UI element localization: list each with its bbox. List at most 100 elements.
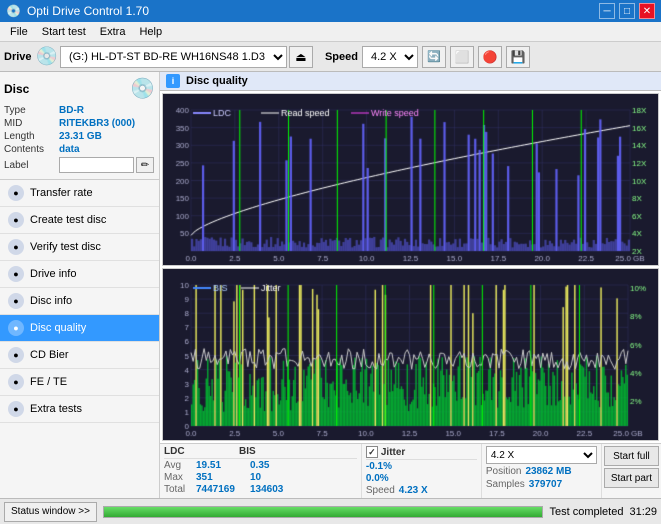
nav-label-verify-test-disc: Verify test disc xyxy=(30,241,101,253)
nav-label-extra-tests: Extra tests xyxy=(30,403,82,415)
disc-quality-header: i Disc quality xyxy=(160,72,661,91)
sidebar-item-cd-bier[interactable]: ● CD Bier xyxy=(0,342,159,369)
nav-icon-create-test-disc: ● xyxy=(8,212,24,228)
app-title: Opti Drive Control 1.70 xyxy=(27,4,149,18)
titlebar: 💿 Opti Drive Control 1.70 ─ □ ✕ xyxy=(0,0,661,22)
disc-label-label: Label xyxy=(4,160,59,171)
content-area: i Disc quality LDC BIS Avg xyxy=(160,72,661,498)
speed-stat-label: Speed xyxy=(366,485,395,496)
lower-chart xyxy=(162,268,659,441)
statusbar: Status window >> Test completed 31:29 xyxy=(0,498,661,524)
disc-quality-title: Disc quality xyxy=(186,75,248,87)
total-label: Total xyxy=(164,484,192,495)
nav-label-cd-bier: CD Bier xyxy=(30,349,69,361)
menu-file[interactable]: File xyxy=(4,25,34,39)
drive-select[interactable]: (G:) HL-DT-ST BD-RE WH16NS48 1.D3 xyxy=(60,46,287,68)
nav-label-drive-info: Drive info xyxy=(30,268,76,280)
nav-icon-verify-test-disc: ● xyxy=(8,239,24,255)
samples-label: Samples xyxy=(486,479,525,490)
nav-icon-disc-quality: ● xyxy=(8,320,24,336)
menu-extra[interactable]: Extra xyxy=(94,25,132,39)
samples-value: 379707 xyxy=(529,479,562,490)
disc-type-value: BD-R xyxy=(59,105,155,116)
ldc-total: 7447169 xyxy=(196,484,246,495)
bis-avg: 0.35 xyxy=(250,460,290,471)
main-area: Disc 💿 Type BD-R MID RITEKBR3 (000) Leng… xyxy=(0,72,661,498)
status-window-button[interactable]: Status window >> xyxy=(4,502,97,522)
close-button[interactable]: ✕ xyxy=(639,3,655,19)
sidebar-item-disc-info[interactable]: ●Disc info xyxy=(0,288,159,315)
jitter-avg: -0.1% xyxy=(366,461,392,472)
nav-label-disc-quality: Disc quality xyxy=(30,322,86,334)
disc-label-edit-button[interactable]: ✏ xyxy=(136,157,154,173)
drive-toolbar: Drive 💿 (G:) HL-DT-ST BD-RE WH16NS48 1.D… xyxy=(0,42,661,72)
lower-chart-canvas xyxy=(163,269,658,440)
ldc-avg: 19.51 xyxy=(196,460,246,471)
sidebar-item-drive-info[interactable]: ● Drive info xyxy=(0,261,159,288)
disc-mid-label: MID xyxy=(4,118,59,129)
speed-label: Speed xyxy=(325,51,358,63)
charts-container xyxy=(160,91,661,443)
titlebar-title: 💿 Opti Drive Control 1.70 xyxy=(6,4,149,18)
drive-label: Drive xyxy=(4,51,32,63)
menu-start-test[interactable]: Start test xyxy=(36,25,92,39)
disc-contents-value: data xyxy=(59,144,155,155)
sidebar-item-fe-te[interactable]: ●FE / TE xyxy=(0,369,159,396)
nav-icon-cd-bier: ● xyxy=(8,347,24,363)
disc-section-title: Disc xyxy=(4,82,29,96)
disc-contents-row: Contents data xyxy=(4,144,155,155)
nav-icon-drive-info: ● xyxy=(8,266,24,282)
jitter-checkbox[interactable]: ✓ xyxy=(366,446,378,458)
disc-section: Disc 💿 Type BD-R MID RITEKBR3 (000) Leng… xyxy=(0,72,159,180)
nav-icon-transfer-rate: ● xyxy=(8,185,24,201)
burn-button[interactable]: 🔴 xyxy=(478,46,502,68)
jitter-max: 0.0% xyxy=(366,473,389,484)
avg-label: Avg xyxy=(164,460,192,471)
minimize-button[interactable]: ─ xyxy=(599,3,615,19)
sidebar-item-create-test-disc[interactable]: ● Create test disc xyxy=(0,207,159,234)
start-full-button[interactable]: Start full xyxy=(604,446,659,466)
stats-bar: LDC BIS Avg 19.51 0.35 Max 351 10 Total … xyxy=(160,443,661,498)
eject-button[interactable]: ⏏ xyxy=(289,46,313,68)
max-label: Max xyxy=(164,472,192,483)
menubar: File Start test Extra Help xyxy=(0,22,661,42)
upper-chart-canvas xyxy=(163,94,658,265)
start-part-button[interactable]: Start part xyxy=(604,468,659,488)
position-value: 23862 MB xyxy=(525,466,571,477)
sidebar-nav: ●Transfer rate●Create test disc●Verify t… xyxy=(0,180,159,423)
sidebar: Disc 💿 Type BD-R MID RITEKBR3 (000) Leng… xyxy=(0,72,160,498)
maximize-button[interactable]: □ xyxy=(619,3,635,19)
sidebar-item-verify-test-disc[interactable]: ● Verify test disc xyxy=(0,234,159,261)
status-time: 31:29 xyxy=(629,506,657,518)
disc-header: Disc 💿 xyxy=(4,76,155,101)
upper-chart xyxy=(162,93,659,266)
nav-icon-extra-tests: ● xyxy=(8,401,24,417)
status-text: Test completed xyxy=(549,506,623,518)
disc-mid-value: RITEKBR3 (000) xyxy=(59,118,155,129)
app-icon: 💿 xyxy=(6,4,21,18)
disc-type-label: Type xyxy=(4,105,59,116)
save-button[interactable]: 💾 xyxy=(506,46,530,68)
menu-help[interactable]: Help xyxy=(133,25,168,39)
progress-bar-fill xyxy=(104,507,543,517)
sidebar-item-extra-tests[interactable]: ● Extra tests xyxy=(0,396,159,423)
disc-quality-icon: i xyxy=(166,74,180,88)
disc-label-row: Label ✏ xyxy=(4,157,155,173)
sidebar-item-disc-quality[interactable]: ● Disc quality xyxy=(0,315,159,342)
ldc-max: 351 xyxy=(196,472,246,483)
disc-label-input[interactable] xyxy=(59,157,134,173)
disc-length-row: Length 23.31 GB xyxy=(4,131,155,142)
disc-length-value: 23.31 GB xyxy=(59,131,155,142)
titlebar-controls: ─ □ ✕ xyxy=(599,3,655,19)
nav-label-fe-te: FE / TE xyxy=(30,376,67,388)
refresh-button[interactable]: 🔄 xyxy=(422,46,446,68)
speed-stat-value: 4.23 X xyxy=(399,485,428,496)
nav-label-disc-info: Disc info xyxy=(30,295,72,307)
disc-contents-label: Contents xyxy=(4,144,59,155)
sidebar-item-transfer-rate[interactable]: ●Transfer rate xyxy=(0,180,159,207)
speed-select[interactable]: 4.2 X xyxy=(362,46,418,68)
bis-max: 10 xyxy=(250,472,290,483)
speed-stat-select[interactable]: 4.2 X xyxy=(486,446,597,464)
erase-button[interactable]: ⬜ xyxy=(450,46,474,68)
nav-label-create-test-disc: Create test disc xyxy=(30,214,106,226)
